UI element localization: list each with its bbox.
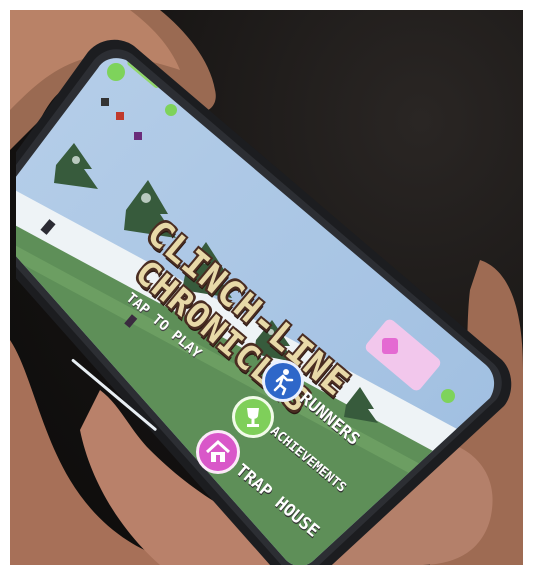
trap-house-button[interactable] — [196, 430, 240, 474]
runners-button[interactable] — [262, 360, 304, 402]
house-icon — [205, 439, 231, 462]
achievements-button[interactable] — [232, 396, 274, 438]
running-person-icon — [273, 369, 294, 396]
photo-background: CLINCH-LINE CHRONICLES TAP TO PLAY RUNNE… — [10, 10, 523, 565]
trophy-icon — [247, 408, 259, 427]
